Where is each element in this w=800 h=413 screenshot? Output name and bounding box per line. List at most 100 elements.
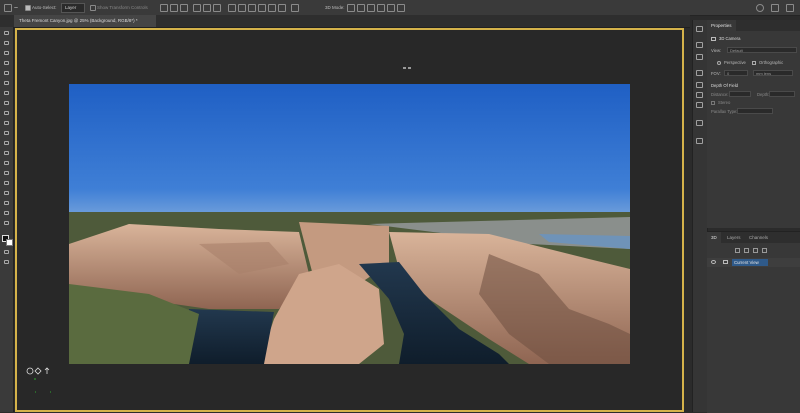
distribute-right-icon[interactable] [278, 4, 286, 12]
eye-icon[interactable] [711, 260, 716, 264]
quick-select-tool-icon[interactable] [3, 60, 10, 66]
tab-layers[interactable]: Layers [723, 232, 745, 243]
history-brush-tool-icon[interactable] [3, 120, 10, 126]
tab-channels[interactable]: Channels [745, 232, 772, 243]
distribute-middle-icon[interactable] [238, 4, 246, 12]
healing-brush-tool-icon[interactable] [3, 90, 10, 96]
properties-header: Properties [707, 20, 800, 31]
perspective-label[interactable]: Perspective [724, 60, 746, 65]
dof-title: Depth Of Field [711, 83, 738, 88]
depth-input[interactable] [769, 91, 795, 97]
zoom-tool-icon[interactable] [3, 210, 10, 216]
screen-mode-icon[interactable] [3, 259, 10, 265]
view-value: Default [730, 48, 743, 53]
align-left-icon[interactable] [193, 4, 201, 12]
auto-select-checkbox[interactable] [25, 5, 31, 11]
3d-panel-icon[interactable] [696, 138, 703, 144]
auto-select-dropdown[interactable]: Layer [61, 3, 85, 13]
character-panel-icon[interactable] [696, 92, 703, 98]
distance-input[interactable] [729, 91, 751, 97]
stamp-tool-icon[interactable] [3, 110, 10, 116]
move-tool-icon[interactable] [4, 4, 12, 12]
history-panel-icon[interactable] [696, 26, 703, 32]
view-dropdown[interactable]: Default [727, 47, 797, 53]
dodge-tool-icon[interactable] [3, 160, 10, 166]
video-3d-icon[interactable] [397, 4, 405, 12]
auto-align-icon[interactable] [291, 4, 299, 12]
brushes-panel-icon[interactable] [696, 54, 703, 60]
tool-preset-chevron-icon[interactable] [14, 7, 18, 14]
roll-3d-icon[interactable] [357, 4, 365, 12]
marquee-tool-icon[interactable] [3, 40, 10, 46]
tab-3d[interactable]: 3D [707, 232, 721, 243]
align-bottom-icon[interactable] [180, 4, 188, 12]
gradient-tool-icon[interactable] [3, 140, 10, 146]
hand-tool-icon[interactable] [3, 200, 10, 206]
actions-panel-icon[interactable] [696, 82, 703, 88]
properties-tab[interactable]: Properties [707, 20, 736, 31]
tools-settings-icon[interactable] [696, 120, 703, 126]
path-select-tool-icon[interactable] [3, 190, 10, 196]
auto-select-label: Auto-Select: [32, 5, 57, 10]
scale-3d-icon[interactable] [387, 4, 395, 12]
layers-panel-header: 3D Layers Channels [707, 232, 800, 243]
3d-axis-controls[interactable] [25, 366, 55, 396]
depth-label: Depth: [757, 92, 770, 97]
align-middle-icon[interactable] [170, 4, 178, 12]
filter-scene-icon[interactable] [735, 248, 740, 253]
align-center-icon[interactable] [203, 4, 211, 12]
fov-label: FOV: [711, 71, 721, 76]
orthographic-icon[interactable] [752, 61, 756, 65]
eyedropper-tool-icon[interactable] [3, 80, 10, 86]
align-right-icon[interactable] [213, 4, 221, 12]
brush-tool-icon[interactable] [3, 100, 10, 106]
fov-unit-dropdown[interactable]: mm lens [753, 70, 793, 76]
stereo-checkbox[interactable] [711, 101, 715, 105]
filter-light-icon[interactable] [762, 248, 767, 253]
camera-icon [711, 37, 716, 41]
eraser-tool-icon[interactable] [3, 130, 10, 136]
distribute-top-icon[interactable] [228, 4, 236, 12]
show-transform-checkbox[interactable] [90, 5, 96, 11]
document-tab[interactable]: Theta Fremont Canyon.jpg @ 25% (Backgrou… [14, 15, 156, 27]
distribute-left-icon[interactable] [258, 4, 266, 12]
fov-input[interactable]: 0 [724, 70, 748, 76]
mode-3d-label: 3D Mode: [325, 5, 345, 10]
panel-icon-strip [692, 20, 708, 412]
move-tool-icon[interactable] [3, 30, 10, 36]
3d-layers-panel: 3D Layers Channels Current View [707, 231, 800, 413]
align-top-icon[interactable] [160, 4, 168, 12]
workspace-icon[interactable] [771, 4, 779, 12]
perspective-icon[interactable] [717, 61, 721, 65]
drag-3d-icon[interactable] [367, 4, 375, 12]
search-icon[interactable] [756, 4, 764, 12]
pen-tool-icon[interactable] [3, 170, 10, 176]
parallax-dropdown[interactable] [737, 108, 773, 114]
quick-mask-icon[interactable] [3, 249, 10, 255]
blur-tool-icon[interactable] [3, 150, 10, 156]
layer-row[interactable]: Current View [707, 258, 800, 267]
crop-tool-icon[interactable] [3, 70, 10, 76]
orthographic-label[interactable]: Orthographic [759, 60, 783, 65]
paragraph-panel-icon[interactable] [696, 102, 703, 108]
brush-settings-icon[interactable] [696, 42, 703, 48]
more-tools-icon[interactable] [3, 220, 10, 226]
clone-source-icon[interactable] [696, 70, 703, 76]
filter-mesh-icon[interactable] [744, 248, 749, 253]
type-tool-icon[interactable] [3, 180, 10, 186]
lasso-tool-icon[interactable] [3, 50, 10, 56]
document-tab-title: Theta Fremont Canyon.jpg @ 25% (Backgrou… [19, 18, 138, 23]
stereo-label: Stereo [718, 100, 731, 105]
distribute-bottom-icon[interactable] [248, 4, 256, 12]
slide-3d-icon[interactable] [377, 4, 385, 12]
show-transform-label: Show Transform Controls [97, 5, 148, 10]
fov-value: 0 [727, 71, 730, 76]
auto-select-value: Layer [65, 5, 77, 10]
orbit-3d-icon[interactable] [347, 4, 355, 12]
share-icon[interactable] [786, 4, 794, 12]
background-color-swatch[interactable] [6, 239, 13, 246]
filter-material-icon[interactable] [753, 248, 758, 253]
distance-label: Distance: [711, 92, 729, 97]
distribute-center-icon[interactable] [268, 4, 276, 12]
panorama-photo [69, 84, 630, 364]
